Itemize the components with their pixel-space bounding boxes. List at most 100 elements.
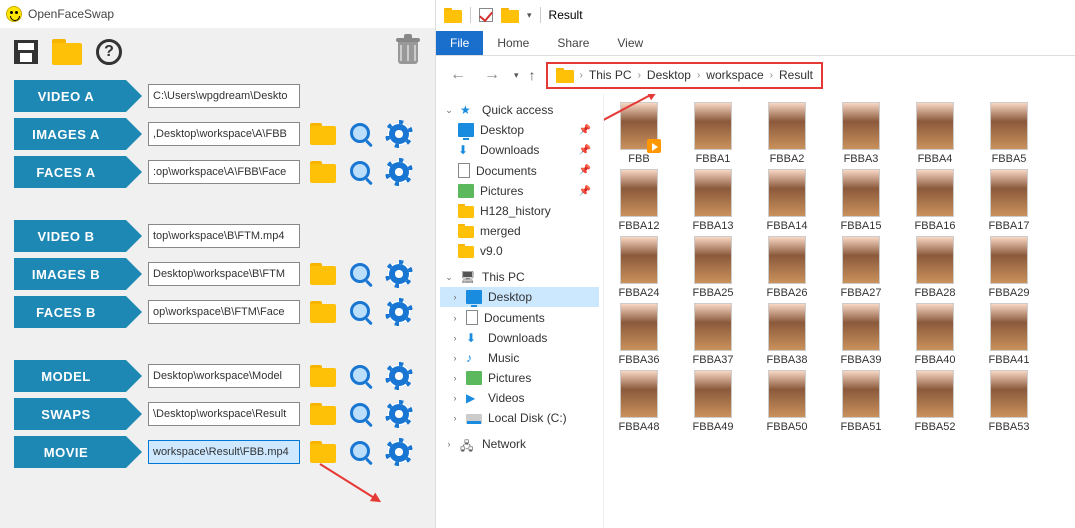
settings-button-model[interactable] <box>384 361 414 391</box>
tag-faces-b[interactable]: FACES B <box>14 296 126 328</box>
nav-back-icon[interactable]: ← <box>446 66 470 84</box>
settings-button-faces-a[interactable] <box>384 157 414 187</box>
file-item[interactable]: FBBA14 <box>756 169 818 232</box>
tab-home[interactable]: Home <box>483 31 543 55</box>
file-item[interactable]: FBBA24 <box>608 236 670 299</box>
file-item[interactable]: FBBA37 <box>682 303 744 366</box>
crumb-result[interactable]: Result <box>779 68 813 82</box>
settings-button-swaps[interactable] <box>384 399 414 429</box>
tab-file[interactable]: File <box>436 31 483 55</box>
nav-history-icon[interactable]: ▾ <box>514 70 519 81</box>
folder-button-images-a[interactable] <box>308 119 338 149</box>
file-item[interactable]: FBBA49 <box>682 370 744 433</box>
file-item[interactable]: FBBA38 <box>756 303 818 366</box>
settings-button-faces-b[interactable] <box>384 297 414 327</box>
file-item[interactable]: FBBA17 <box>978 169 1040 232</box>
tree-this-pc[interactable]: ⌄🖥This PC <box>440 267 599 287</box>
dropdown-icon[interactable]: ▾ <box>527 10 532 21</box>
tree-pc-downloads[interactable]: ›⬇Downloads <box>440 328 599 348</box>
settings-button-images-b[interactable] <box>384 259 414 289</box>
file-item[interactable]: FBBA3 <box>830 102 892 165</box>
tree-merged[interactable]: merged <box>440 221 599 241</box>
tab-view[interactable]: View <box>603 31 657 55</box>
file-item[interactable]: FBBA25 <box>682 236 744 299</box>
settings-button-images-a[interactable] <box>384 119 414 149</box>
file-item[interactable]: FBBA12 <box>608 169 670 232</box>
folder-button-faces-b[interactable] <box>308 297 338 327</box>
field-images-a[interactable] <box>148 122 300 146</box>
search-button-images-a[interactable] <box>346 119 376 149</box>
file-item[interactable]: FBBA41 <box>978 303 1040 366</box>
tree-pc-desktop[interactable]: ›Desktop <box>440 287 599 307</box>
file-item[interactable]: FBBA39 <box>830 303 892 366</box>
quick-folder-icon[interactable] <box>501 8 519 23</box>
search-button-faces-a[interactable] <box>346 157 376 187</box>
breadcrumb[interactable]: › This PC › Desktop › workspace › Result <box>546 62 823 89</box>
open-folder-icon[interactable] <box>52 39 82 65</box>
tag-swaps[interactable]: SWAPS <box>14 398 126 430</box>
field-video-b[interactable] <box>148 224 300 248</box>
file-item[interactable]: FBBA2 <box>756 102 818 165</box>
quick-access-check-icon[interactable] <box>479 8 493 22</box>
field-swaps[interactable] <box>148 402 300 426</box>
file-item[interactable]: FBBA1 <box>682 102 744 165</box>
tag-images-a[interactable]: IMAGES A <box>14 118 126 150</box>
folder-button-model[interactable] <box>308 361 338 391</box>
tree-downloads[interactable]: ⬇Downloads📌 <box>440 140 599 160</box>
tree-documents[interactable]: Documents📌 <box>440 160 599 181</box>
crumb-desktop[interactable]: Desktop <box>647 68 691 82</box>
file-item[interactable]: FBBA51 <box>830 370 892 433</box>
search-button-model[interactable] <box>346 361 376 391</box>
nav-forward-icon[interactable]: → <box>480 66 504 84</box>
tab-share[interactable]: Share <box>543 31 603 55</box>
save-icon[interactable] <box>14 40 38 64</box>
tree-desktop[interactable]: Desktop📌 <box>440 120 599 140</box>
file-item[interactable]: FBBA5 <box>978 102 1040 165</box>
file-item[interactable]: FBBA27 <box>830 236 892 299</box>
file-item[interactable]: FBBA16 <box>904 169 966 232</box>
trash-icon[interactable] <box>395 38 421 66</box>
field-video-a[interactable] <box>148 84 300 108</box>
tree-pc-pictures[interactable]: ›Pictures <box>440 368 599 388</box>
tree-pc-music[interactable]: ›♪Music <box>440 348 599 368</box>
tree-v90[interactable]: v9.0 <box>440 241 599 261</box>
search-button-swaps[interactable] <box>346 399 376 429</box>
field-movie[interactable] <box>148 440 300 464</box>
file-item[interactable]: FBBA53 <box>978 370 1040 433</box>
file-item[interactable]: FBBA15 <box>830 169 892 232</box>
file-item[interactable]: FBBA29 <box>978 236 1040 299</box>
file-item[interactable]: FBBA13 <box>682 169 744 232</box>
tree-pictures[interactable]: Pictures📌 <box>440 181 599 201</box>
tag-model[interactable]: MODEL <box>14 360 126 392</box>
folder-button-faces-a[interactable] <box>308 157 338 187</box>
tree-pc-documents[interactable]: ›Documents <box>440 307 599 328</box>
tree-network[interactable]: ›🖧Network <box>440 434 599 454</box>
tag-faces-a[interactable]: FACES A <box>14 156 126 188</box>
tag-images-b[interactable]: IMAGES B <box>14 258 126 290</box>
field-model[interactable] <box>148 364 300 388</box>
tree-local-disk[interactable]: ›Local Disk (C:) <box>440 408 599 428</box>
help-icon[interactable]: ? <box>96 39 122 65</box>
file-item[interactable]: FBBA26 <box>756 236 818 299</box>
tree-h128[interactable]: H128_history <box>440 201 599 221</box>
tree-pc-videos[interactable]: ›▶Videos <box>440 388 599 408</box>
search-button-images-b[interactable] <box>346 259 376 289</box>
file-item[interactable]: FBBA28 <box>904 236 966 299</box>
file-item[interactable]: FBBA40 <box>904 303 966 366</box>
search-button-faces-b[interactable] <box>346 297 376 327</box>
file-item[interactable]: FBBA36 <box>608 303 670 366</box>
field-faces-b[interactable] <box>148 300 300 324</box>
field-faces-a[interactable] <box>148 160 300 184</box>
file-item[interactable]: FBBA52 <box>904 370 966 433</box>
tree-quick-access[interactable]: ⌄★Quick access <box>440 100 599 120</box>
tag-video-a[interactable]: VIDEO A <box>14 80 126 112</box>
search-button-movie[interactable] <box>346 437 376 467</box>
file-item[interactable]: FBBA48 <box>608 370 670 433</box>
folder-button-movie[interactable] <box>308 437 338 467</box>
file-item[interactable]: FBBA4 <box>904 102 966 165</box>
settings-button-movie[interactable] <box>384 437 414 467</box>
file-item[interactable]: FBBA50 <box>756 370 818 433</box>
folder-button-images-b[interactable] <box>308 259 338 289</box>
folder-button-swaps[interactable] <box>308 399 338 429</box>
tag-video-b[interactable]: VIDEO B <box>14 220 126 252</box>
